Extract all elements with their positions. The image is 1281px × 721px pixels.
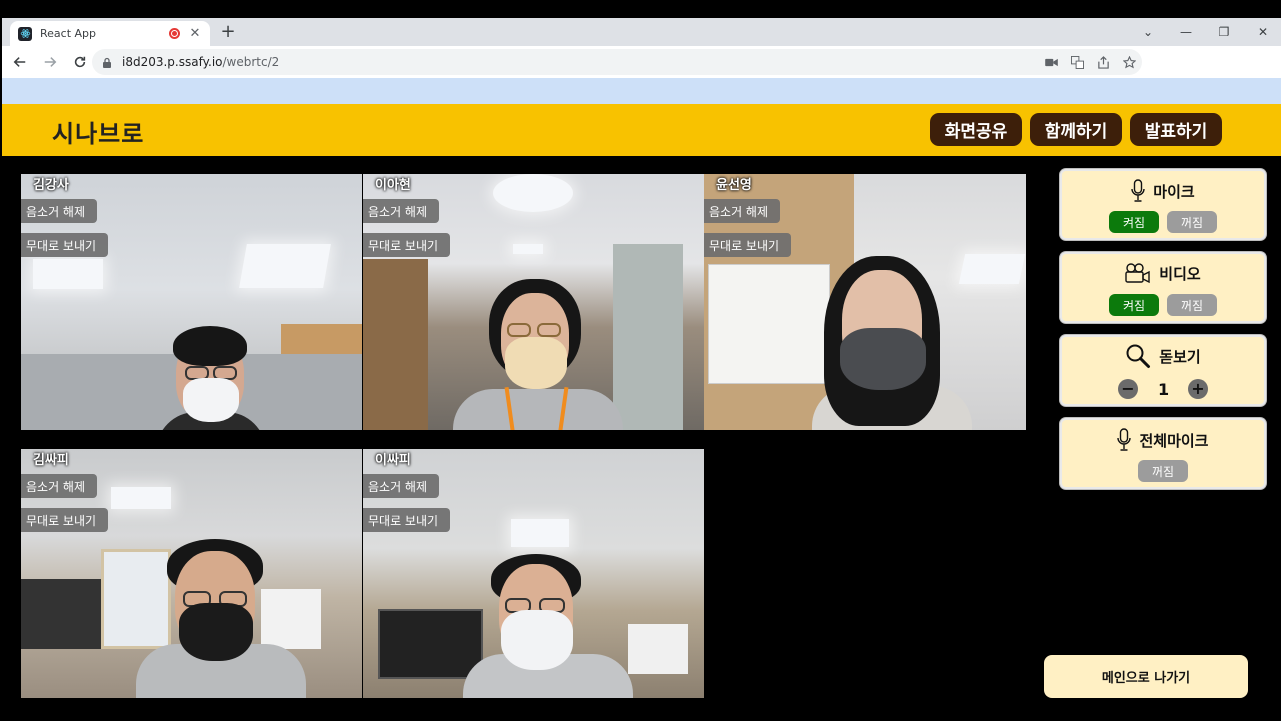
mic-icon xyxy=(1117,428,1132,452)
video-tile: 김싸피 음소거 해제 무대로 보내기 xyxy=(21,449,362,698)
tab-strip: React App ✕ + ⌄ — ❐ ✕ xyxy=(2,18,1281,46)
participant-name: 김강사 xyxy=(33,178,69,193)
new-tab-button[interactable]: + xyxy=(217,21,239,43)
window xyxy=(101,549,171,649)
unmute-button[interactable]: 음소거 해제 xyxy=(21,474,98,498)
send-to-stage-button[interactable]: 무대로 보내기 xyxy=(21,233,109,257)
window-close-button[interactable]: ✕ xyxy=(1243,18,1281,46)
participant-name: 이아현 xyxy=(375,178,411,193)
participant-name: 윤선영 xyxy=(716,178,752,193)
ceiling-light xyxy=(239,244,331,288)
minimize-button[interactable]: — xyxy=(1166,18,1206,46)
video-tile: 윤선영 음소거 해제 무대로 보내기 xyxy=(704,174,1026,430)
unmute-button[interactable]: 음소거 해제 xyxy=(363,474,440,498)
maximize-button[interactable]: ❐ xyxy=(1204,18,1244,46)
recording-icon xyxy=(169,28,180,39)
translate-icon[interactable] xyxy=(1070,52,1084,72)
share-icon[interactable] xyxy=(1096,52,1110,72)
ceiling-light xyxy=(33,259,103,289)
reload-icon xyxy=(74,56,86,68)
video-tile: 김강사 음소거 해제 무대로 보내기 xyxy=(21,174,362,430)
present-button[interactable]: 발표하기 xyxy=(1130,113,1222,146)
url-host: i8d203.p.ssafy.io xyxy=(122,55,223,69)
send-to-stage-button[interactable]: 무대로 보내기 xyxy=(704,233,792,257)
app-header: 시나브로 화면공유 함께하기 발표하기 xyxy=(2,104,1281,156)
all-mic-control-panel: 전체마이크 꺼짐 xyxy=(1060,418,1266,489)
tab-close-icon[interactable]: ✕ xyxy=(188,26,202,41)
all-mic-off-button[interactable]: 꺼짐 xyxy=(1138,460,1188,482)
app-logo[interactable]: 시나브로 xyxy=(52,114,144,149)
unmute-button[interactable]: 음소거 해제 xyxy=(21,199,98,223)
zoom-out-button[interactable]: − xyxy=(1118,379,1138,399)
video-tile: 이싸피 음소거 해제 무대로 보내기 xyxy=(363,449,704,698)
exit-to-main-button[interactable]: 메인으로 나가기 xyxy=(1044,655,1248,698)
zoom-level: 1 xyxy=(1158,379,1170,399)
unmute-button[interactable]: 음소거 해제 xyxy=(363,199,440,223)
video-tile: 이아현 음소거 해제 무대로 보내기 xyxy=(363,174,704,430)
conference-area: 김강사 음소거 해제 무대로 보내기 이아현 음소거 해제 무대로 보내기 윤선… xyxy=(2,156,1281,698)
mic-on-button[interactable]: 켜짐 xyxy=(1109,211,1159,233)
browser-tab[interactable]: React App ✕ xyxy=(10,21,210,46)
bookmark-star-icon[interactable] xyxy=(1122,52,1136,72)
participant-name: 김싸피 xyxy=(33,453,69,468)
all-mic-label: 전체마이크 xyxy=(1139,431,1209,450)
video-camera-icon xyxy=(1125,262,1151,284)
browser-window: React App ✕ + ⌄ — ❐ ✕ i8d203.p.ssafy.io /… xyxy=(2,18,1281,721)
mic-off-button[interactable]: 꺼짐 xyxy=(1167,211,1217,233)
video-control-panel: 비디오 켜짐 꺼짐 xyxy=(1060,252,1266,323)
back-button[interactable] xyxy=(6,48,34,76)
url-path: /webrtc/2 xyxy=(222,55,280,69)
video-label: 비디오 xyxy=(1159,264,1201,283)
monitor xyxy=(378,609,483,679)
video-off-button[interactable]: 꺼짐 xyxy=(1167,294,1217,316)
forward-button[interactable] xyxy=(36,48,64,76)
mic-control-panel: 마이크 켜짐 꺼짐 xyxy=(1060,169,1266,240)
send-to-stage-button[interactable]: 무대로 보내기 xyxy=(363,508,451,532)
lock-icon xyxy=(103,57,111,68)
send-to-stage-button[interactable]: 무대로 보내기 xyxy=(21,508,109,532)
bottom-bar xyxy=(2,698,1281,721)
camera-in-use-icon[interactable] xyxy=(1044,52,1058,72)
back-arrow-icon xyxy=(13,57,26,67)
tab-title: React App xyxy=(40,27,97,40)
mic-label: 마이크 xyxy=(1153,182,1195,201)
browser-toolbar: i8d203.p.ssafy.io/webrtc/2 호균 xyxy=(2,46,1281,100)
address-bar[interactable]: i8d203.p.ssafy.io/webrtc/2 xyxy=(92,49,1142,75)
screen-share-button[interactable]: 화면공유 xyxy=(930,113,1022,146)
reload-button[interactable] xyxy=(66,48,94,76)
zoom-label: 돋보기 xyxy=(1159,347,1201,366)
tab-search-icon[interactable]: ⌄ xyxy=(1128,18,1168,46)
forward-arrow-icon xyxy=(44,57,57,67)
bookmark-bar xyxy=(2,78,1281,104)
together-button[interactable]: 함께하기 xyxy=(1030,113,1122,146)
zoom-in-button[interactable]: + xyxy=(1188,379,1208,399)
send-to-stage-button[interactable]: 무대로 보내기 xyxy=(363,233,451,257)
whiteboard-paper xyxy=(708,264,830,384)
participant-name: 이싸피 xyxy=(375,453,411,468)
zoom-control-panel: 돋보기 − 1 + xyxy=(1060,335,1266,406)
magnifier-icon xyxy=(1125,343,1151,369)
video-on-button[interactable]: 켜짐 xyxy=(1109,294,1159,316)
mic-icon xyxy=(1131,179,1145,203)
react-logo-icon xyxy=(18,26,32,41)
monitor xyxy=(21,579,101,649)
unmute-button[interactable]: 음소거 해제 xyxy=(704,199,781,223)
